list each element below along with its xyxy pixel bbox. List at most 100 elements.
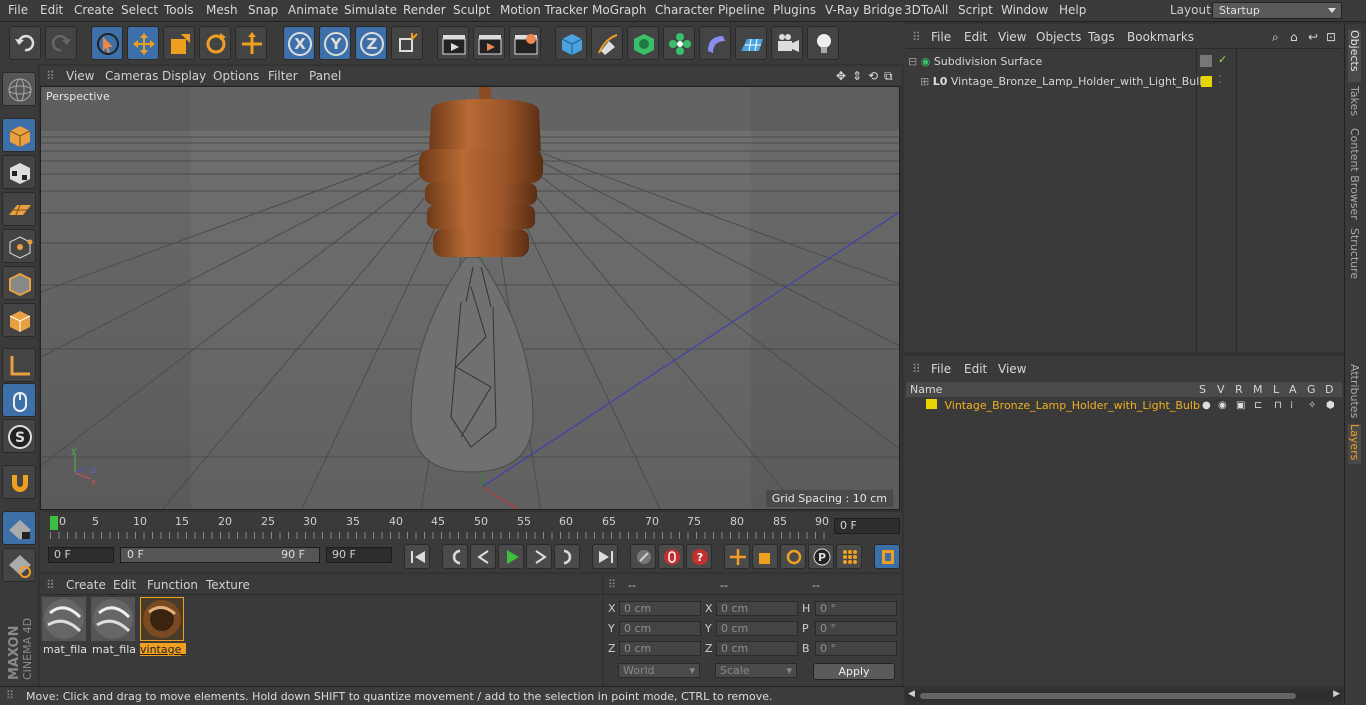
start-frame-field[interactable]: 0 F <box>48 547 114 563</box>
end-frame-field[interactable]: 90 F <box>326 547 392 563</box>
column-locked[interactable]: L <box>1273 383 1279 396</box>
home-icon[interactable]: ⌂ <box>1290 30 1298 44</box>
material-menu-create[interactable]: Create <box>66 578 106 592</box>
column-visible[interactable]: V <box>1217 383 1225 396</box>
key-parameter-button[interactable]: P <box>808 544 834 569</box>
current-frame-field[interactable]: 0 F <box>834 518 900 534</box>
layer-color-swatch[interactable] <box>926 399 937 409</box>
scrollbar-thumb[interactable] <box>920 693 1296 699</box>
key-scale-button[interactable] <box>752 544 778 569</box>
column-deformers[interactable]: D <box>1325 383 1333 396</box>
coordinate-mode-select[interactable]: World ▾ <box>618 663 700 678</box>
zoom-view-icon[interactable]: ⇕ <box>852 69 862 83</box>
viewport-menu-options[interactable]: Options <box>213 69 259 83</box>
objects-menu-view[interactable]: View <box>998 30 1026 44</box>
viewport-menu-panel[interactable]: Panel <box>309 69 341 83</box>
viewport-camera-label[interactable]: Perspective <box>43 89 113 104</box>
viewport-menu-view[interactable]: View <box>66 69 94 83</box>
lock-icon[interactable]: ⊓ <box>1274 400 1282 411</box>
material-swatch-selected[interactable] <box>140 597 184 641</box>
deformer-icon[interactable]: ⬢ <box>1326 400 1335 411</box>
previous-frame-button[interactable] <box>470 544 496 569</box>
menu-window[interactable]: Window <box>1001 3 1048 17</box>
layers-menu-file[interactable]: File <box>931 362 951 376</box>
menu-mesh[interactable]: Mesh <box>206 3 238 17</box>
cube-primitive-button[interactable] <box>555 26 587 60</box>
hierarchy-icon[interactable]: ⊏ <box>1254 400 1262 411</box>
drag-handle-icon[interactable]: ⠿ <box>912 362 921 376</box>
apply-button[interactable]: Apply <box>813 663 895 680</box>
make-editable-button[interactable] <box>2 72 36 106</box>
menu-vray-bridge[interactable]: V-Ray Bridge <box>825 3 902 17</box>
tab-objects[interactable]: Objects <box>1348 30 1361 82</box>
undo-button[interactable] <box>9 26 41 60</box>
y-axis-button[interactable]: Y <box>319 26 351 60</box>
position-y-field[interactable]: 0 cm <box>619 621 701 636</box>
material-menu-texture[interactable]: Texture <box>206 578 250 592</box>
drag-handle-icon[interactable]: ⠿ <box>46 578 55 592</box>
x-axis-button[interactable]: X <box>283 26 315 60</box>
menu-3dtoall[interactable]: 3DToAll <box>904 3 948 17</box>
texture-mode-button[interactable] <box>2 155 36 189</box>
layer-tag-icon[interactable] <box>1200 55 1212 67</box>
column-render[interactable]: R <box>1235 383 1243 396</box>
size-mode-select[interactable]: Scale ▾ <box>715 663 797 678</box>
column-generators[interactable]: G <box>1307 383 1316 396</box>
menu-file[interactable]: File <box>8 3 28 17</box>
z-axis-button[interactable]: Z <box>355 26 387 60</box>
material-swatch[interactable] <box>42 597 86 641</box>
objects-menu-edit[interactable]: Edit <box>964 30 987 44</box>
solo-button[interactable]: S <box>2 419 36 453</box>
material-menu-function[interactable]: Function <box>147 578 198 592</box>
polygons-mode-button[interactable] <box>2 303 36 337</box>
subdivision-generator-button[interactable] <box>627 26 659 60</box>
key-pla-button[interactable] <box>836 544 862 569</box>
layout-select[interactable]: Startup <box>1212 2 1342 19</box>
points-mode-button[interactable] <box>2 229 36 263</box>
layers-menu-edit[interactable]: Edit <box>964 362 987 376</box>
tab-attributes[interactable]: Attributes <box>1348 364 1361 420</box>
cloner-button[interactable] <box>663 26 695 60</box>
drag-handle-icon[interactable]: ⠿ <box>912 30 921 44</box>
column-manager[interactable]: M <box>1253 383 1263 396</box>
workplane-mode-button[interactable] <box>2 192 36 226</box>
tree-expand-icon[interactable]: ⊞ <box>920 75 929 88</box>
tree-collapse-icon[interactable]: ⊟ <box>908 55 917 68</box>
tab-takes[interactable]: Takes <box>1348 86 1361 124</box>
3d-viewport[interactable]: y z x Perspective Grid Spacing : 10 cm <box>40 86 900 510</box>
tab-layers[interactable]: Layers <box>1348 424 1361 464</box>
menu-edit[interactable]: Edit <box>40 3 63 17</box>
objects-menu-tags[interactable]: Tags <box>1088 30 1115 44</box>
menu-tools[interactable]: Tools <box>164 3 194 17</box>
menu-help[interactable]: Help <box>1059 3 1086 17</box>
column-name[interactable]: Name <box>910 383 942 396</box>
object-list[interactable]: ⊟ ◉ Subdivision Surface ⊞ L0 Vintage_Bro… <box>906 48 1342 353</box>
timeline-window-button[interactable] <box>874 544 900 569</box>
size-x-field[interactable]: 0 cm <box>716 601 798 616</box>
timeline-ruler[interactable]: 0 5 10 15 20 25 30 35 40 45 50 55 60 65 … <box>40 512 902 540</box>
visibility-dots-icon[interactable]: ⁚ <box>1218 73 1222 86</box>
tab-content-browser[interactable]: Content Browser <box>1348 128 1361 224</box>
object-row-subdivision[interactable]: ⊟ ◉ Subdivision Surface <box>908 55 1042 68</box>
menu-simulate[interactable]: Simulate <box>344 3 397 17</box>
maximize-view-icon[interactable]: ⧉ <box>884 69 893 84</box>
size-z-field[interactable]: 0 cm <box>716 641 798 656</box>
tweak-mode-button[interactable] <box>2 383 36 417</box>
move-tool-button[interactable] <box>127 26 159 60</box>
object-row-lamp[interactable]: ⊞ L0 Vintage_Bronze_Lamp_Holder_with_Lig… <box>920 75 1206 88</box>
clapboard-icon[interactable]: ▣ <box>1236 400 1245 411</box>
camera-button[interactable] <box>771 26 803 60</box>
enabled-check-icon[interactable]: ✓ <box>1218 53 1227 66</box>
menu-motion-tracker[interactable]: Motion Tracker <box>500 3 588 17</box>
autokeying-button[interactable] <box>658 544 684 569</box>
redo-button[interactable] <box>45 26 77 60</box>
objects-menu-objects[interactable]: Objects <box>1036 30 1081 44</box>
floor-button[interactable] <box>735 26 767 60</box>
material-swatch[interactable] <box>91 597 135 641</box>
position-z-field[interactable]: 0 cm <box>619 641 701 656</box>
key-rotation-button[interactable] <box>780 544 806 569</box>
back-icon[interactable]: ↩ <box>1308 30 1318 44</box>
go-to-start-button[interactable] <box>404 544 430 569</box>
previous-keyframe-button[interactable] <box>442 544 468 569</box>
menu-pipeline[interactable]: Pipeline <box>718 3 765 17</box>
